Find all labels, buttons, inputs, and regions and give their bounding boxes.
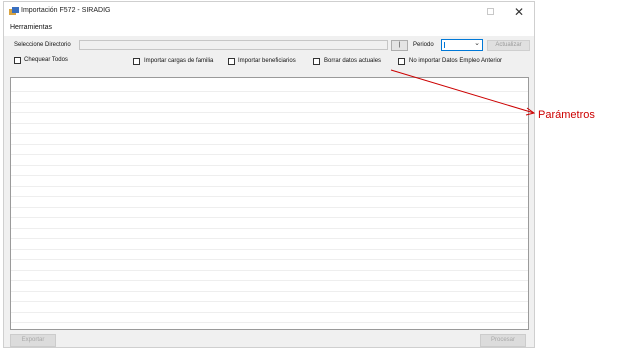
grid-row (11, 133, 528, 134)
browse-button[interactable]: | (391, 40, 408, 51)
close-icon[interactable]: ✕ (509, 3, 529, 21)
grid-row (11, 185, 528, 187)
grid-row (11, 164, 528, 166)
grid-row (11, 122, 528, 124)
maximize-icon[interactable] (487, 8, 494, 15)
borrar-datos-checkbox[interactable] (313, 58, 320, 65)
window-title: Importación F572 - SIRADIG (21, 7, 111, 14)
app-icon (9, 7, 19, 15)
beneficiarios-label: Importar beneficiarios (238, 58, 296, 64)
periodo-label: Periodo (413, 42, 434, 48)
no-importar-label: No importar Datos Empleo Anterior (409, 58, 503, 64)
grid-row (11, 311, 528, 313)
grid-row (11, 154, 528, 155)
grid-row (11, 175, 528, 176)
title-bar: Importación F572 - SIRADIG ✕ (4, 2, 534, 22)
grid-row (11, 196, 528, 197)
menu-bar: Herramientas (4, 22, 534, 36)
annotation-label: Parámetros (538, 109, 595, 121)
procesar-button[interactable]: Procesar (480, 334, 526, 347)
grid-row (11, 101, 528, 103)
grid-row (11, 248, 528, 250)
directory-label: Seleccione Directorio (14, 42, 71, 48)
actualizar-button[interactable]: Actualizar (487, 40, 530, 51)
grid-row (11, 301, 528, 302)
no-importar-checkbox[interactable] (398, 58, 405, 65)
directory-input[interactable] (79, 40, 388, 50)
beneficiarios-checkbox[interactable] (228, 58, 235, 65)
data-grid[interactable] (10, 77, 529, 330)
borrar-datos-label: Borrar datos actuales (324, 58, 382, 64)
grid-row (11, 269, 528, 271)
text-cursor (444, 42, 445, 48)
grid-row (11, 143, 528, 145)
grid-row (11, 259, 528, 260)
app-window: Importación F572 - SIRADIG ✕ Herramienta… (4, 2, 534, 347)
grid-row (11, 227, 528, 229)
grid-row (11, 206, 528, 208)
cargas-familia-checkbox[interactable] (133, 58, 140, 65)
chequear-todos-label: Chequear Todos (24, 57, 68, 63)
chevron-down-icon: ⌄ (474, 40, 480, 47)
grid-row (11, 322, 528, 323)
grid-row (11, 238, 528, 239)
grid-row (11, 280, 528, 281)
periodo-select[interactable]: ⌄ (441, 39, 483, 51)
chequear-todos-checkbox[interactable] (14, 57, 21, 64)
grid-row (11, 290, 528, 292)
cargas-familia-label: Importar cargas de familia (144, 58, 214, 64)
menu-item-herramientas[interactable]: Herramientas (10, 24, 52, 31)
grid-row (11, 217, 528, 218)
grid-row (11, 112, 528, 113)
exportar-button[interactable]: Exportar (10, 334, 56, 347)
grid-row (11, 91, 528, 92)
